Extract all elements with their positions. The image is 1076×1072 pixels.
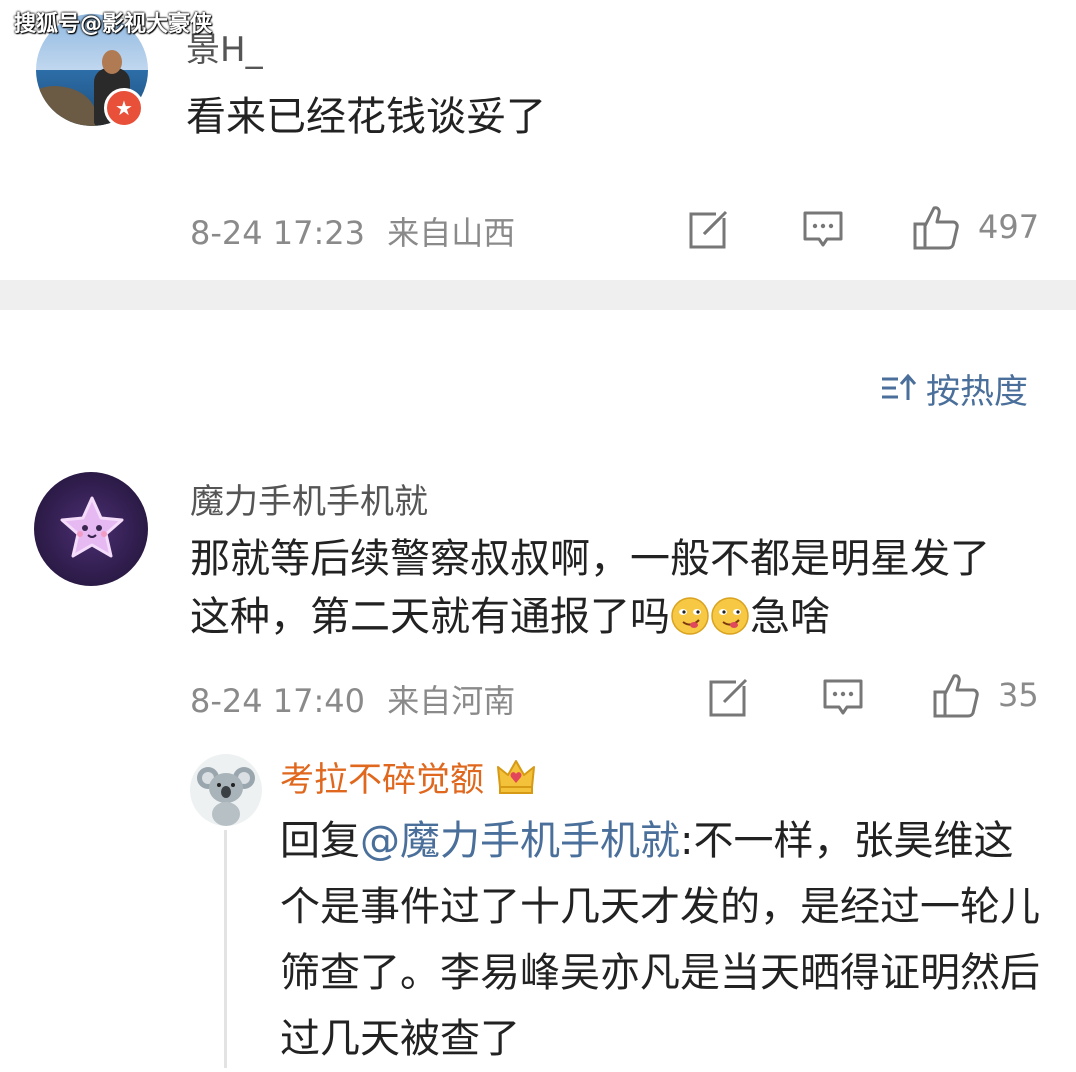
sort-by-hot-button[interactable]: 按热度 [880,366,1028,412]
share-icon[interactable] [708,676,750,718]
reply-username[interactable]: 考拉不碎觉额 [280,752,538,801]
comment-text-body: 那就等后续警察叔叔啊，一般不都是明星发了这种，第二天就有通报了吗 [190,536,990,640]
comment-location: 来自河南 [387,682,516,720]
comment-date: 8-24 17:23 [190,214,366,252]
avatar[interactable] [190,754,262,826]
koala-icon [197,767,255,826]
reply-text: 回复@魔力手机手机就:不一样，张昊维这个是事件过了十几天才发的，是经过一轮儿筛查… [280,808,1050,1072]
comment-text-tail: 急啥 [750,594,830,640]
comment-meta: 8-24 17:40 来自河南 [190,676,515,722]
reply-thread-line [224,830,227,1068]
comment-item: ★ 景H_ 看来已经花钱谈妥了 8-24 17:23 来自山西 497 [0,0,1076,280]
comment-date: 8-24 17:40 [190,682,366,720]
comment-icon[interactable] [802,208,844,250]
smirk-emoji-icon [711,597,749,635]
comment-username[interactable]: 魔力手机手机就 [190,474,428,523]
watermark: 搜狐号@影视大豪侠 [14,12,213,37]
sort-icon [882,373,917,400]
thumbs-up-icon[interactable] [912,204,960,252]
share-icon[interactable] [688,208,730,250]
section-divider [0,280,1076,310]
comment-meta: 8-24 17:23 来自山西 [190,208,515,254]
comment-text: 看来已经花钱谈妥了 [186,94,546,140]
mention-link[interactable]: @魔力手机手机就 [360,818,680,864]
reply-username-text: 考拉不碎觉额 [280,760,484,800]
like-count: 497 [978,208,1040,246]
star-icon [60,496,124,558]
comment-icon[interactable] [822,676,864,718]
reply-prefix: 回复 [280,818,360,864]
smirk-emoji-icon [671,597,709,635]
crown-icon [497,759,535,794]
comment-location: 来自山西 [387,214,516,252]
comment-text: 那就等后续警察叔叔啊，一般不都是明星发了这种，第二天就有通报了吗 急啥 [190,530,1020,646]
thumbs-up-icon[interactable] [932,672,980,720]
avatar[interactable] [34,472,148,586]
verified-badge-icon: ★ [104,88,144,128]
like-count: 35 [998,676,1039,714]
sort-label: 按热度 [926,371,1028,412]
